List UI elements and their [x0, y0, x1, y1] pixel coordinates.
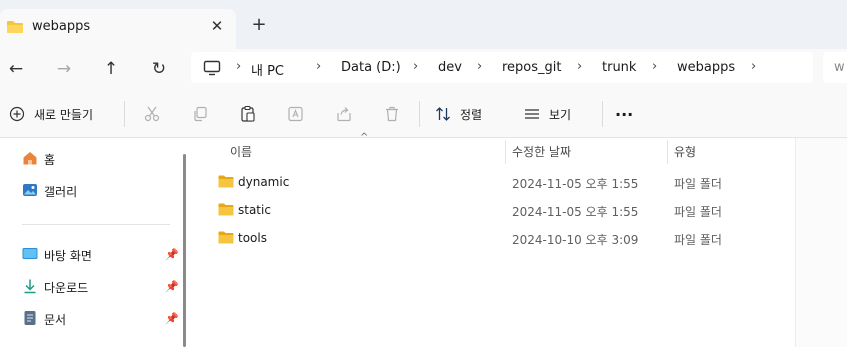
back-arrow-icon[interactable]: ←: [4, 57, 28, 81]
list-view-icon: [521, 103, 543, 125]
address-bar[interactable]: › 내 PC › Data (D:) › dev › repos_git › t…: [191, 52, 813, 83]
file-date: 2024-11-05 오후 1:55: [512, 205, 639, 219]
title-bar: webapps ✕ +: [0, 0, 847, 49]
sidebar-item-downloads[interactable]: 다운로드: [22, 276, 88, 298]
chevron-right-icon[interactable]: ›: [751, 59, 756, 74]
sidebar-item-label: 문서: [44, 312, 67, 327]
table-row[interactable]: static 2024-11-05 오후 1:55 파일 폴더: [215, 198, 775, 222]
file-name: static: [238, 203, 271, 217]
close-icon[interactable]: ✕: [207, 16, 227, 36]
refresh-icon[interactable]: ↻: [147, 57, 171, 81]
trash-icon: [381, 103, 403, 125]
new-tab-button[interactable]: +: [249, 15, 269, 35]
share-button[interactable]: [333, 103, 355, 125]
more-options-button[interactable]: ···: [615, 103, 633, 125]
chevron-right-icon[interactable]: ›: [577, 59, 582, 74]
chevron-right-icon[interactable]: ›: [477, 59, 482, 74]
new-button-label: 새로 만들기: [34, 107, 94, 122]
folder-icon: [6, 20, 24, 37]
new-button[interactable]: 새로 만들기: [6, 103, 93, 125]
file-date: 2024-11-05 오후 1:55: [512, 177, 639, 191]
share-icon: [333, 103, 355, 125]
more-icon: ···: [615, 104, 634, 124]
pin-icon[interactable]: 📌: [165, 248, 179, 261]
pin-icon[interactable]: 📌: [165, 312, 179, 325]
details-pane: [795, 138, 847, 347]
chevron-right-icon[interactable]: ›: [236, 59, 241, 74]
file-type: 파일 폴더: [674, 205, 722, 219]
file-type: 파일 폴더: [674, 233, 722, 247]
sidebar-item-label: 갤러리: [44, 184, 78, 199]
column-divider[interactable]: [505, 140, 506, 164]
breadcrumb-my-pc[interactable]: 내 PC: [251, 60, 284, 79]
command-bar: 새로 만들기 정렬 보기 ···: [0, 91, 847, 138]
view-button[interactable]: 보기: [521, 103, 571, 125]
folder-icon: [218, 231, 234, 247]
sidebar-scrollbar[interactable]: [183, 154, 186, 347]
breadcrumb-dev[interactable]: dev: [438, 60, 462, 75]
desktop-icon: [22, 247, 38, 264]
navigation-pane: 홈 갤러리 바탕 화면 📌 다운로드 📌 문서 📌: [0, 138, 190, 347]
sidebar-item-home[interactable]: 홈: [22, 148, 55, 170]
plus-circle-icon: [6, 103, 28, 125]
file-type: 파일 폴더: [674, 177, 722, 191]
breadcrumb-data-drive[interactable]: Data (D:): [341, 60, 401, 75]
cut-icon: [141, 103, 163, 125]
search-placeholder: w: [834, 60, 845, 75]
breadcrumb-webapps[interactable]: webapps: [677, 60, 735, 75]
pin-icon[interactable]: 📌: [165, 280, 179, 293]
file-name: tools: [238, 231, 267, 245]
home-icon: [22, 150, 38, 169]
column-header-name[interactable]: 이름: [230, 143, 252, 160]
rename-button[interactable]: [285, 103, 307, 125]
tab-title: webapps: [32, 19, 91, 34]
sort-button[interactable]: 정렬: [432, 103, 482, 125]
column-header-type[interactable]: 유형: [674, 143, 696, 160]
tab-webapps[interactable]: webapps ✕: [0, 9, 236, 49]
table-row[interactable]: dynamic 2024-11-05 오후 1:55 파일 폴더: [215, 170, 775, 194]
file-list: ^ 이름 수정한 날짜 유형 dynamic 2024-11-05 오후 1:5…: [191, 132, 847, 347]
forward-arrow-icon[interactable]: →: [52, 57, 76, 81]
toolbar-divider: [124, 101, 125, 127]
rename-icon: [285, 103, 307, 125]
toolbar-divider: [419, 101, 420, 127]
sort-ascending-icon: ^: [360, 132, 369, 143]
sidebar-item-gallery[interactable]: 갤러리: [22, 180, 77, 202]
sort-label: 정렬: [460, 107, 483, 122]
chevron-right-icon[interactable]: ›: [413, 59, 418, 74]
file-name: dynamic: [238, 175, 290, 189]
navigation-bar: ← → ↑ ↻ › 내 PC › Data (D:) › dev › repos…: [0, 49, 847, 91]
column-header-date[interactable]: 수정한 날짜: [512, 143, 571, 160]
sidebar-item-documents[interactable]: 문서: [22, 308, 66, 330]
folder-icon: [218, 175, 234, 191]
sidebar-divider: [22, 224, 170, 225]
cut-button[interactable]: [141, 103, 163, 125]
folder-icon: [218, 203, 234, 219]
gallery-icon: [22, 182, 38, 201]
copy-icon: [189, 103, 211, 125]
sort-icon: [432, 103, 454, 125]
search-input[interactable]: w: [823, 52, 847, 83]
chevron-right-icon[interactable]: ›: [316, 59, 321, 74]
up-arrow-icon[interactable]: ↑: [99, 57, 123, 81]
sidebar-item-label: 홈: [44, 152, 56, 167]
sidebar-item-desktop[interactable]: 바탕 화면: [22, 244, 92, 266]
file-date: 2024-10-10 오후 3:09: [512, 233, 639, 247]
table-row[interactable]: tools 2024-10-10 오후 3:09 파일 폴더: [215, 226, 775, 250]
breadcrumb-trunk[interactable]: trunk: [602, 60, 636, 75]
download-icon: [22, 278, 38, 297]
sidebar-item-label: 다운로드: [44, 280, 89, 295]
paste-icon: [237, 103, 259, 125]
document-icon: [22, 310, 38, 329]
copy-button[interactable]: [189, 103, 211, 125]
breadcrumb-repos-git[interactable]: repos_git: [502, 60, 562, 75]
sidebar-item-label: 바탕 화면: [44, 248, 92, 263]
delete-button[interactable]: [381, 103, 403, 125]
column-divider[interactable]: [667, 140, 668, 164]
pc-icon: [203, 60, 221, 79]
chevron-right-icon[interactable]: ›: [652, 59, 657, 74]
paste-button[interactable]: [237, 103, 259, 125]
toolbar-divider: [602, 101, 603, 127]
view-label: 보기: [549, 107, 572, 122]
